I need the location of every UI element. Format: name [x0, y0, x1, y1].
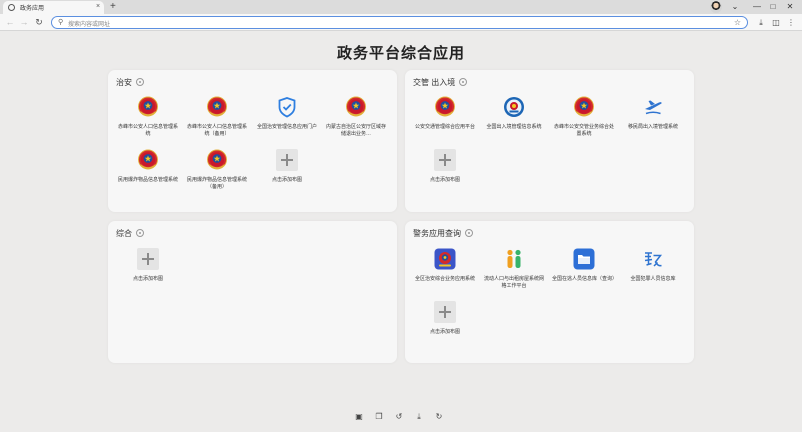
page-title: 政务平台综合应用 — [336, 45, 465, 62]
plus-icon — [276, 149, 298, 171]
police-emblem-icon — [345, 96, 367, 118]
app-item[interactable]: 赤峰市公安交管业务综合处置系统 — [552, 96, 616, 138]
card-zonghe: 综合 点击添加布图 — [108, 221, 397, 363]
app-item[interactable]: 移民局出入境管理系统 — [621, 96, 685, 131]
card-title-zhian: 治安 — [116, 77, 144, 88]
police-emblem-icon — [206, 149, 228, 171]
copy-icon[interactable]: ❐ — [374, 412, 384, 422]
refresh-icon[interactable]: ↻ — [434, 412, 444, 422]
app-item[interactable]: 全国治安管理信息应用门户 — [255, 96, 319, 131]
forward-icon[interactable]: → — [18, 15, 30, 30]
card-title-text: 治安 — [116, 78, 132, 87]
add-app-label: 点击添加布图 — [132, 276, 163, 282]
add-app-button[interactable]: 点击添加布图 — [116, 248, 180, 283]
browser-toolbar: ← → ↻ ⚲ 搜索内容或网址 ☆ ⤓ ◫ ⋮ — [0, 14, 802, 31]
app-label: 流动人口与出租房屋系统网格工作平台 — [483, 276, 544, 289]
app-label: 全区治安综合业务应用系统 — [414, 276, 475, 282]
card-title-zonghe: 综合 — [116, 228, 144, 239]
gear-icon[interactable] — [459, 78, 468, 86]
screenshot-icon[interactable]: ▣ — [354, 412, 364, 422]
app-label: 全国出入境管理信息系统 — [486, 124, 542, 130]
plus-icon — [137, 248, 159, 270]
police-emblem-icon — [573, 96, 595, 118]
police-emblem-icon — [137, 149, 159, 171]
app-label: 内蒙古自治区公安厅区域存储退出业务… — [325, 124, 386, 137]
app-item[interactable]: 民用爆炸物品信息管理系统 — [116, 149, 180, 184]
app-item[interactable]: 赤峰市公安人口信息管理系统 — [116, 96, 180, 138]
reload-icon[interactable]: ↻ — [33, 15, 45, 30]
plus-icon — [434, 149, 456, 171]
app-label: 全国犯罪人员信息库 — [630, 276, 676, 282]
minimize-button[interactable]: — — [751, 0, 763, 14]
card-title-text: 交管 出入境 — [413, 78, 456, 87]
shield-check-icon — [278, 97, 296, 118]
gear-icon[interactable] — [465, 229, 473, 237]
search-icon: ⚲ — [58, 19, 64, 26]
people-icon — [507, 249, 521, 268]
app-label: 全国治安管理信息应用门户 — [256, 124, 317, 130]
card-title-jingwu: 警务应用查询 — [413, 228, 473, 239]
app-item[interactable]: 赤峰市公安人口信息管理系统（备用） — [185, 96, 249, 138]
tab-title: 政务应用 — [20, 6, 45, 12]
app-label: 民用爆炸物品信息管理系统 — [117, 177, 178, 183]
maximize-button[interactable]: □ — [767, 0, 779, 14]
globe-icon — [8, 4, 15, 11]
history-icon[interactable]: ↺ — [394, 412, 404, 422]
add-app-label: 点击添加布图 — [271, 177, 302, 183]
browser-tab[interactable]: 政务应用 × — [3, 1, 104, 14]
app-item[interactable]: 全区治安综合业务应用系统 — [413, 248, 477, 283]
menu-icon[interactable]: ⋮ — [785, 15, 797, 30]
card-zhian: 治安 赤峰市公安人口信息管理系统 赤峰市公安人口信息管理系统（备用） 全国治安管… — [108, 70, 397, 212]
card-title-jiaoguan: 交管 出入境 — [413, 77, 468, 88]
app-label: 赤峰市公安人口信息管理系统（备用） — [186, 124, 247, 137]
app-item[interactable]: 全国出入境管理信息系统 — [482, 96, 546, 131]
bottom-toolbar: ▣ ❐ ↺ ⤓ ↻ — [354, 412, 446, 424]
police-app-icon — [434, 248, 456, 270]
tab-list-icon[interactable]: ⌄ — [729, 0, 741, 14]
close-tab-icon[interactable]: × — [96, 2, 100, 12]
download-icon[interactable]: ⤓ — [414, 412, 424, 422]
app-label: 民用爆炸物品信息管理系统（备用） — [186, 177, 247, 190]
download-icon[interactable]: ⤓ — [755, 15, 767, 30]
plane-icon — [645, 100, 662, 115]
back-icon[interactable]: ← — [4, 15, 16, 30]
add-app-button[interactable]: 点击添加布图 — [255, 149, 319, 184]
add-app-label: 点击添加布图 — [429, 177, 460, 183]
police-emblem-icon — [206, 96, 228, 118]
tab-bar: 政务应用 × + ⌄ — □ ✕ — [0, 0, 802, 14]
plus-icon — [434, 301, 456, 323]
close-window-button[interactable]: ✕ — [784, 0, 796, 14]
avatar[interactable] — [710, 1, 722, 13]
gear-icon[interactable] — [136, 78, 144, 86]
criminal-record-icon — [644, 252, 663, 267]
star-icon[interactable]: ☆ — [734, 17, 741, 28]
app-item[interactable]: 民用爆炸物品信息管理系统（备用） — [185, 149, 249, 191]
card-jiaoguan: 交管 出入境 公安交通管理综合应用平台 全国出入境管理信息系统 赤峰市公安交管业… — [405, 70, 694, 212]
card-title-text: 综合 — [116, 229, 132, 238]
card-jingwu: 警务应用查询 全区治安综合业务应用系统 流动人口与出租房屋系统网格工作平台 全国… — [405, 221, 694, 363]
card-title-text: 警务应用查询 — [413, 229, 461, 238]
app-item[interactable]: 公安交通管理综合应用平台 — [413, 96, 477, 131]
app-label: 全国在逃人员信息库（查询） — [552, 276, 618, 282]
police-emblem-icon — [434, 96, 456, 118]
add-app-label: 点击添加布图 — [429, 329, 460, 335]
app-label: 移民局出入境管理系统 — [627, 124, 678, 130]
app-item[interactable]: 全国在逃人员信息库（查询） — [552, 248, 618, 283]
immigration-badge-icon — [504, 97, 524, 117]
add-app-button[interactable]: 点击添加布图 — [413, 301, 477, 336]
address-bar[interactable]: ⚲ 搜索内容或网址 ☆ — [51, 16, 748, 29]
app-item[interactable]: 流动人口与出租房屋系统网格工作平台 — [482, 248, 546, 290]
folder-icon — [573, 248, 595, 270]
sidebar-icon[interactable]: ◫ — [770, 15, 782, 30]
add-app-button[interactable]: 点击添加布图 — [413, 149, 477, 184]
gear-icon[interactable] — [136, 229, 144, 237]
new-tab-button[interactable]: + — [110, 0, 116, 14]
app-label: 公安交通管理综合应用平台 — [414, 124, 475, 130]
app-label: 赤峰市公安人口信息管理系统 — [117, 124, 178, 137]
app-item[interactable]: 全国犯罪人员信息库 — [621, 248, 685, 283]
app-label: 赤峰市公安交管业务综合处置系统 — [553, 124, 614, 137]
app-item[interactable]: 内蒙古自治区公安厅区域存储退出业务… — [324, 96, 388, 138]
police-emblem-icon — [137, 96, 159, 118]
address-placeholder: 搜索内容或网址 — [68, 22, 111, 28]
